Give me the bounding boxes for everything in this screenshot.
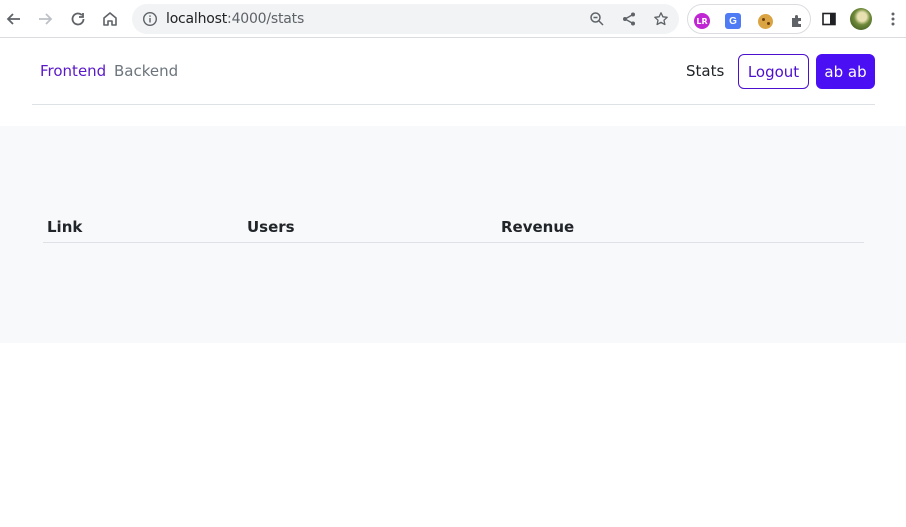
home-icon[interactable]	[98, 7, 122, 31]
nav-backend-link[interactable]: Backend	[114, 63, 178, 79]
address-bar[interactable]: localhost:4000/stats	[132, 4, 679, 34]
url-text[interactable]: localhost:4000/stats	[166, 11, 304, 27]
column-header-users: Users	[247, 218, 295, 236]
share-icon[interactable]	[620, 10, 638, 28]
url-host: localhost	[166, 11, 228, 27]
bookmark-star-icon[interactable]	[652, 10, 670, 28]
site-info-icon[interactable]	[142, 11, 158, 27]
url-path: :4000/stats	[227, 11, 305, 27]
column-header-link: Link	[47, 218, 83, 236]
stats-table: Link Users Revenue	[43, 214, 864, 243]
extensions-bar: LR G	[687, 4, 811, 34]
back-icon[interactable]	[2, 7, 26, 31]
app-header: Frontend Backend Stats Logout ab ab	[32, 38, 875, 105]
lr-extension-icon[interactable]: LR	[693, 12, 711, 30]
puzzle-extensions-icon[interactable]	[788, 12, 806, 30]
nav-stats-link[interactable]: Stats	[686, 63, 724, 79]
translate-extension-icon[interactable]: G	[724, 12, 742, 30]
nav-frontend-link[interactable]: Frontend	[40, 63, 106, 79]
zoom-icon[interactable]	[588, 10, 606, 28]
browser-toolbar: localhost:4000/stats LR G	[0, 0, 906, 38]
column-header-revenue: Revenue	[501, 218, 575, 236]
logout-button[interactable]: Logout	[738, 54, 809, 89]
reload-icon[interactable]	[66, 7, 90, 31]
main-content: Link Users Revenue	[0, 126, 906, 343]
menu-kebab-icon[interactable]	[881, 7, 905, 31]
side-panel-icon[interactable]	[817, 7, 841, 31]
cookie-extension-icon[interactable]	[756, 12, 774, 30]
forward-icon[interactable]	[33, 7, 57, 31]
profile-avatar[interactable]	[850, 8, 872, 30]
user-button[interactable]: ab ab	[816, 54, 875, 89]
